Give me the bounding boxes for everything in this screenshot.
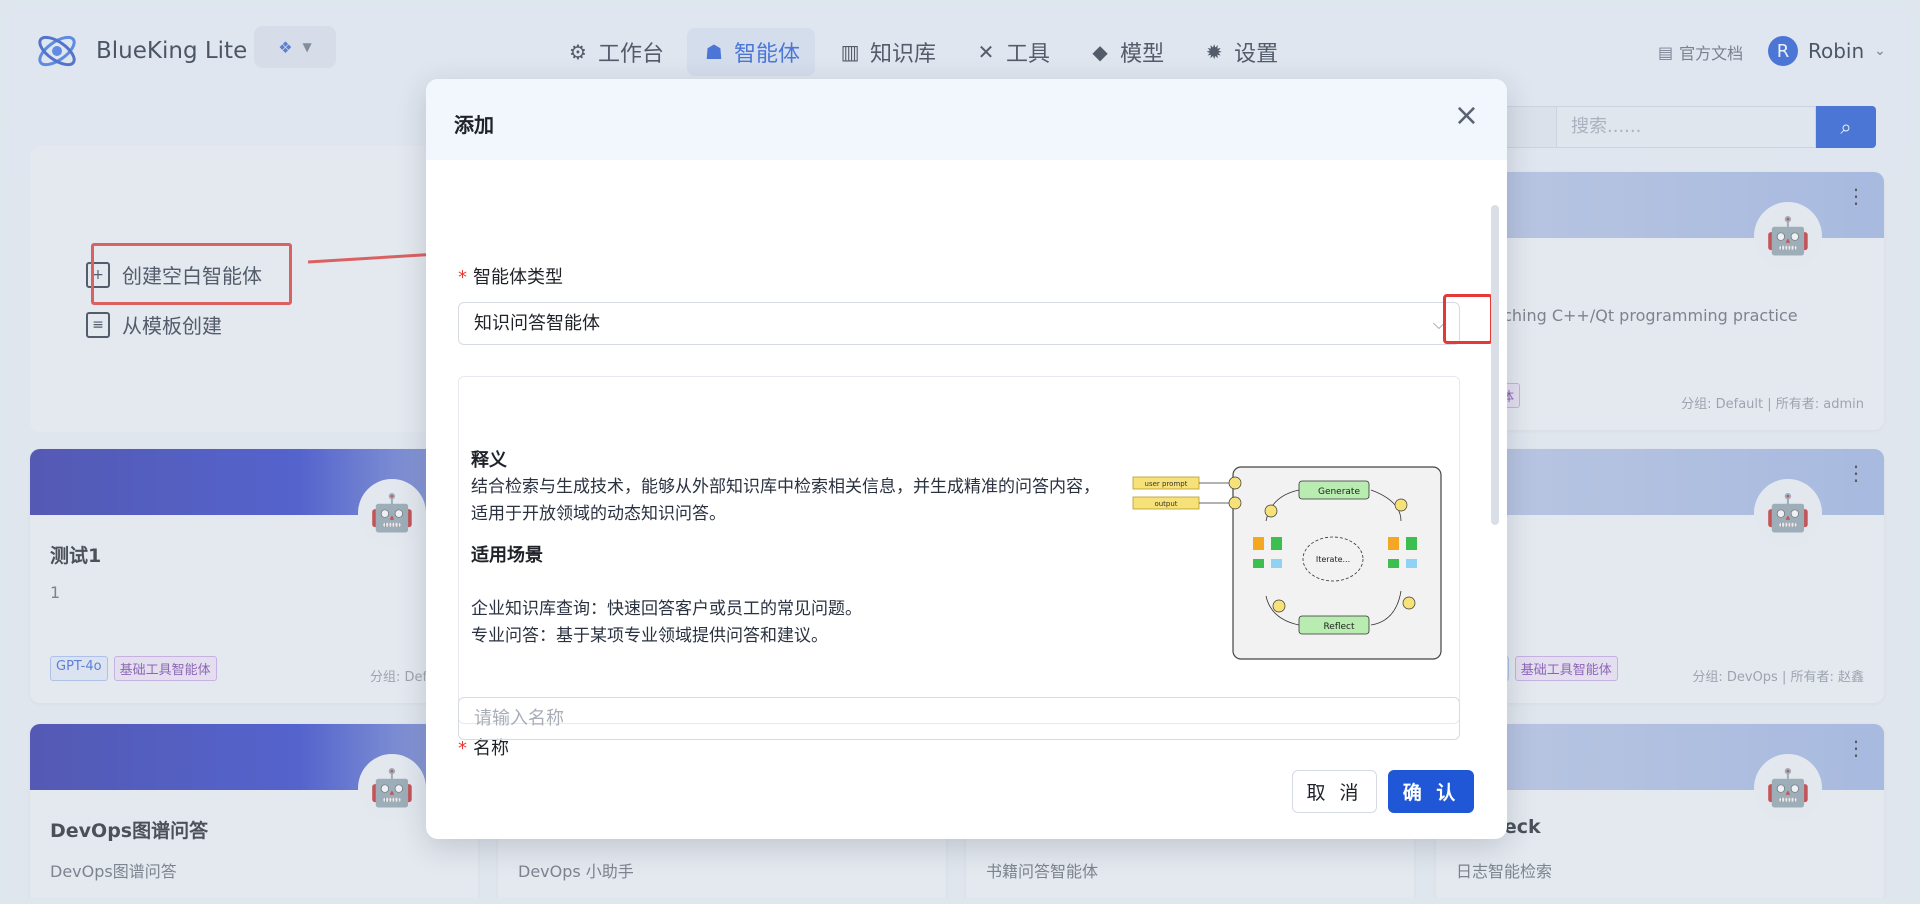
name-label-text: 名称 — [473, 738, 509, 759]
agent-type-description: 释义 结合检索与生成技术，能够从外部知识库中检索相关信息，并生成精准的问答内容，… — [458, 376, 1460, 724]
definition-heading: 释义 — [471, 450, 507, 471]
iterate-label: Iterate... — [1316, 555, 1350, 564]
cancel-button[interactable]: 取 消 — [1292, 770, 1377, 813]
annotation-highlight — [1443, 294, 1493, 344]
confirm-button[interactable]: 确 认 — [1388, 770, 1474, 813]
generate-label: Generate — [1318, 487, 1360, 497]
agent-type-value: 知识问答智能体 — [474, 313, 600, 334]
name-input[interactable]: 请输入名称 — [458, 697, 1460, 740]
user-prompt-label: user prompt — [1145, 480, 1188, 488]
close-icon[interactable]: × — [1454, 101, 1479, 131]
dialog-header: 添加 × — [426, 79, 1507, 160]
scenario-item: 专业问答：基于某项专业领域提供问答和建议。 — [471, 626, 828, 646]
agent-type-label-text: 智能体类型 — [473, 267, 563, 288]
add-agent-dialog: 添加 × * 智能体类型 知识问答智能体 ⌵ 释义 结合检索与生成技术，能够从外部… — [426, 79, 1507, 839]
app-window: BlueKing Lite ❖ ▼ ⚙ 工作台 ☗ 智能体 ▥ 知识库 ✕ 工具 — [6, 6, 1914, 898]
output-label: output — [1154, 500, 1177, 508]
rag-flow-diagram: user prompt output Generate Iterate... R… — [1132, 466, 1442, 660]
required-marker: * — [458, 738, 467, 759]
agent-type-label: * 智能体类型 — [458, 263, 563, 289]
reflect-label: Reflect — [1323, 622, 1355, 632]
dialog-body: * 智能体类型 知识问答智能体 ⌵ 释义 结合检索与生成技术，能够从外部知识库中检… — [458, 160, 1493, 759]
scrollbar-thumb[interactable] — [1491, 205, 1499, 525]
required-marker: * — [458, 267, 467, 288]
description-text: 释义 结合检索与生成技术，能够从外部知识库中检索相关信息，并生成精准的问答内容，… — [471, 447, 1111, 650]
scenario-heading: 适用场景 — [471, 545, 543, 566]
dialog-scrollbar[interactable] — [1491, 187, 1499, 719]
dialog-title: 添加 — [454, 113, 494, 137]
scenario-item: 企业知识库查询：快速回答客户或员工的常见问题。 — [471, 599, 862, 619]
agent-type-select[interactable]: 知识问答智能体 ⌵ — [458, 302, 1460, 345]
definition-text: 结合检索与生成技术，能够从外部知识库中检索相关信息，并生成精准的问答内容，适用于… — [471, 477, 1100, 524]
